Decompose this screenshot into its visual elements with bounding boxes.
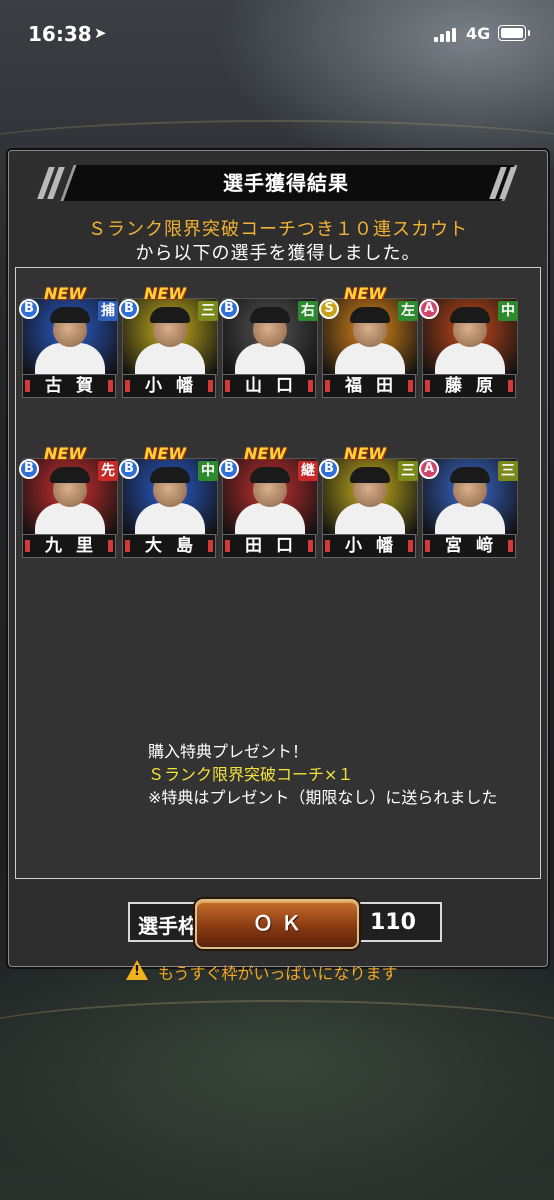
dialog-title: 選手獲得結果 [223, 171, 349, 195]
bonus-item: Ｓランク限界突破コーチ×１ [148, 765, 354, 784]
position-badge: 先 [98, 461, 118, 481]
player-card[interactable]: 古賀 B 捕 NEW [19, 284, 118, 398]
new-badge: NEW [144, 444, 186, 463]
warning-icon: ! [126, 960, 148, 980]
status-time: 16:38 [28, 22, 92, 46]
result-message: から以下の選手を獲得しました。 [135, 243, 421, 264]
purchase-bonus: 購入特典プレゼント！ Ｓランク限界突破コーチ×１ ※特典はプレゼント（期限なし）… [148, 740, 497, 809]
rank-badge: A [419, 299, 439, 319]
player-card[interactable]: 大島 B 中 NEW [119, 444, 218, 558]
player-card[interactable]: 小幡 B 三 NEW [319, 444, 418, 558]
bonus-heading: 購入特典プレゼント！ [148, 742, 309, 761]
scout-name: Ｓランク限界突破コーチつき１０連スカウト [88, 219, 468, 240]
player-name: 古賀 [22, 374, 116, 398]
status-bar: 16:38 ➤ 4G [0, 0, 554, 70]
player-name: 山口 [222, 374, 316, 398]
player-name: 藤原 [422, 374, 516, 398]
new-badge: NEW [44, 284, 86, 303]
bonus-note: ※特典はプレゼント（期限なし）に送られました [148, 788, 498, 807]
player-card[interactable]: 藤原 A 中 [419, 298, 518, 398]
player-name: 小幡 [322, 534, 416, 558]
acquisition-result-dialog: 選手獲得結果 Ｓランク限界突破コーチつき１０連スカウト から以下の選手を獲得しま… [8, 150, 548, 983]
player-name: 福田 [322, 374, 416, 398]
position-badge: 捕 [98, 301, 118, 321]
rank-badge: B [219, 299, 239, 319]
capacity-max: 110 [370, 910, 416, 935]
network-type: 4G [466, 24, 491, 43]
rank-badge: B [119, 299, 139, 319]
player-card[interactable]: 田口 B 継 NEW [219, 444, 318, 558]
new-badge: NEW [244, 444, 286, 463]
player-name: 宮﨑 [422, 534, 516, 558]
player-name: 小幡 [122, 374, 216, 398]
new-badge: NEW [44, 444, 86, 463]
player-name: 九里 [22, 534, 116, 558]
position-badge: 右 [298, 301, 318, 321]
position-badge: 継 [298, 461, 318, 481]
new-badge: NEW [144, 284, 186, 303]
player-name: 田口 [222, 534, 316, 558]
player-card[interactable]: 宮﨑 A 三 [419, 458, 518, 558]
player-card[interactable]: 山口 B 右 [219, 298, 318, 398]
result-panel: 古賀 B 捕 NEW 小幡 B 三 NEW 山口 B 右福田 S 左 NEW 藤原 A 中九里 B 先 NEW 大島 B 中… [15, 267, 541, 983]
ok-button[interactable]: ＯＫ [195, 899, 359, 949]
location-arrow-icon: ➤ [94, 24, 107, 42]
new-badge: NEW [344, 284, 386, 303]
rank-badge: A [419, 459, 439, 479]
rank-badge: B [119, 459, 139, 479]
rank-badge: B [19, 299, 39, 319]
warning-text: もうすぐ枠がいっぱいになります [158, 964, 398, 983]
position-badge: 三 [198, 301, 218, 321]
rank-badge: S [319, 299, 339, 319]
player-name: 大島 [122, 534, 216, 558]
battery-icon [498, 25, 530, 41]
position-badge: 中 [198, 461, 218, 481]
rank-badge: B [219, 459, 239, 479]
position-badge: 左 [398, 301, 418, 321]
position-badge: 三 [398, 461, 418, 481]
position-badge: 三 [498, 461, 518, 481]
player-card[interactable]: 福田 S 左 NEW [319, 284, 418, 398]
player-card[interactable]: 小幡 B 三 NEW [119, 284, 218, 398]
rank-badge: B [319, 459, 339, 479]
player-card[interactable]: 九里 B 先 NEW [19, 444, 118, 558]
position-badge: 中 [498, 301, 518, 321]
rank-badge: B [19, 459, 39, 479]
cellular-signal-icon [434, 28, 460, 42]
new-badge: NEW [344, 444, 386, 463]
